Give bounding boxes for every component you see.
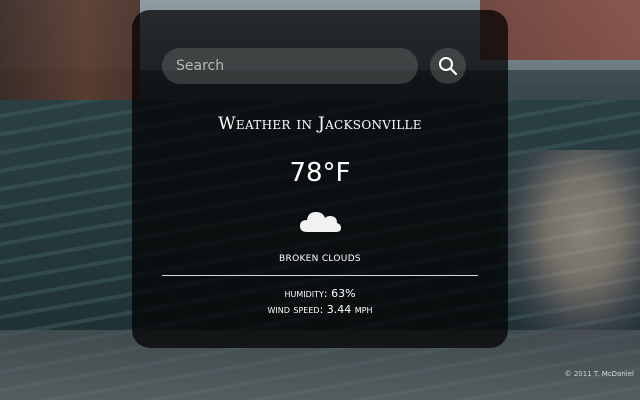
- background-spectators: [500, 150, 640, 350]
- temperature: 78°F: [289, 158, 351, 188]
- wind-speed-value: 3.44 mph: [326, 303, 373, 316]
- humidity-label: humidity:: [284, 287, 328, 300]
- wind-speed-label: wind speed:: [267, 303, 324, 316]
- weather-icon-wrapper: [297, 206, 343, 236]
- weather-description: broken clouds: [279, 254, 361, 264]
- search-button[interactable]: [430, 48, 466, 84]
- photo-credit: © 2011 T. McDaniel: [564, 370, 634, 378]
- humidity-value: 63%: [331, 287, 356, 300]
- divider: [162, 275, 478, 276]
- weather-stats: humidity: 63% wind speed: 3.44 mph: [132, 286, 508, 318]
- weather-card: Weather in Jacksonville 78°F broken clou…: [132, 10, 508, 348]
- search-icon: [439, 57, 458, 76]
- cloud-icon: [300, 212, 341, 232]
- city-title: Weather in Jacksonville: [218, 114, 422, 134]
- search-input[interactable]: [162, 48, 418, 84]
- wind-speed-row: wind speed: 3.44 mph: [132, 302, 508, 318]
- humidity-row: humidity: 63%: [132, 286, 508, 302]
- search-bar: [162, 48, 482, 86]
